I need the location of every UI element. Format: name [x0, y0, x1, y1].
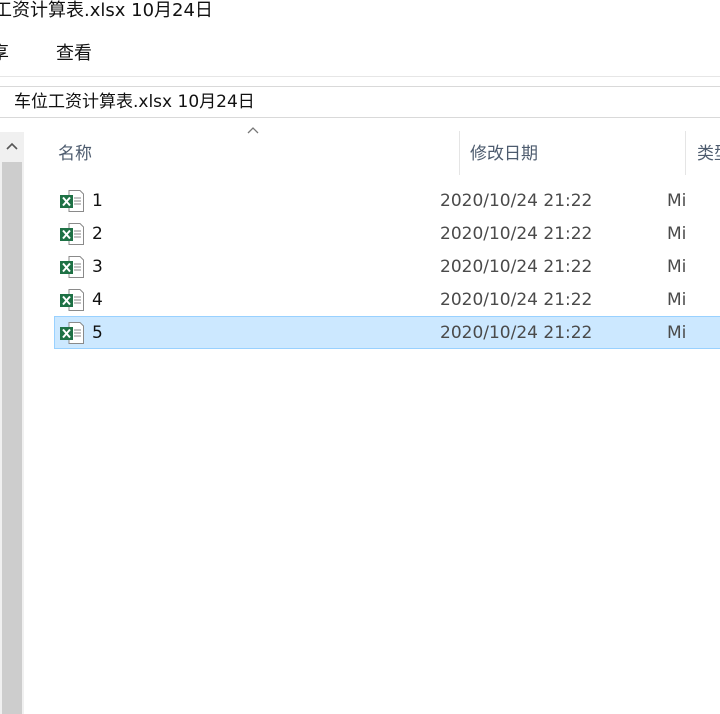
- excel-file-icon: [60, 289, 84, 311]
- file-date-modified: 2020/10/24 21:22: [440, 323, 593, 343]
- ribbon-tabs: 享 查看: [0, 36, 720, 72]
- scroll-up-button[interactable]: [0, 132, 24, 160]
- file-date-modified: 2020/10/24 21:22: [440, 290, 593, 310]
- file-name: 2: [92, 224, 103, 244]
- address-bar[interactable]: 车位工资计算表.xlsx 10月24日: [0, 86, 720, 118]
- chevron-up-icon: [6, 142, 18, 150]
- tab-share[interactable]: 享: [0, 41, 9, 67]
- file-type: Mi: [667, 224, 687, 244]
- file-date-modified: 2020/10/24 21:22: [440, 224, 593, 244]
- file-date-modified: 2020/10/24 21:22: [440, 191, 593, 211]
- file-row[interactable]: 3 2020/10/24 21:22 Mi: [54, 250, 720, 283]
- column-separator[interactable]: [685, 131, 686, 175]
- file-row[interactable]: 1 2020/10/24 21:22 Mi: [54, 184, 720, 217]
- file-type: Mi: [667, 290, 687, 310]
- excel-file-icon: [60, 223, 84, 245]
- file-list-view: 名称 修改日期 类型 1 2020/10/24 21:22 Mi: [24, 121, 720, 714]
- ribbon-divider: [0, 76, 720, 77]
- address-path: 车位工资计算表.xlsx 10月24日: [14, 92, 255, 112]
- file-type: Mi: [667, 257, 687, 277]
- file-type: Mi: [667, 191, 687, 211]
- file-rows: 1 2020/10/24 21:22 Mi 2 2020/10/24 21:22…: [54, 184, 720, 349]
- file-name: 5: [92, 323, 103, 343]
- sort-ascending-icon: [247, 127, 259, 134]
- tab-view[interactable]: 查看: [56, 41, 92, 67]
- column-separator[interactable]: [459, 131, 460, 175]
- column-header-type[interactable]: 类型: [697, 139, 720, 169]
- file-name: 1: [92, 191, 103, 211]
- file-explorer-window: 工资计算表.xlsx 10月24日 享 查看 车位工资计算表.xlsx 10月2…: [0, 0, 720, 714]
- window-title: 工资计算表.xlsx 10月24日: [0, 0, 213, 21]
- excel-file-icon: [60, 190, 84, 212]
- excel-file-icon: [60, 322, 84, 344]
- title-bar: 工资计算表.xlsx 10月24日: [0, 0, 720, 26]
- file-name: 4: [92, 290, 103, 310]
- file-row-selected[interactable]: 5 2020/10/24 21:22 Mi: [54, 316, 720, 349]
- navigation-pane-scrollbar[interactable]: [0, 132, 24, 714]
- file-date-modified: 2020/10/24 21:22: [440, 257, 593, 277]
- column-header-date-modified[interactable]: 修改日期: [470, 139, 538, 169]
- excel-file-icon: [60, 256, 84, 278]
- file-row[interactable]: 2 2020/10/24 21:22 Mi: [54, 217, 720, 250]
- column-header-name[interactable]: 名称: [58, 139, 92, 169]
- file-name: 3: [92, 257, 103, 277]
- file-type: Mi: [667, 323, 687, 343]
- file-row[interactable]: 4 2020/10/24 21:22 Mi: [54, 283, 720, 316]
- scrollbar-thumb[interactable]: [2, 162, 22, 714]
